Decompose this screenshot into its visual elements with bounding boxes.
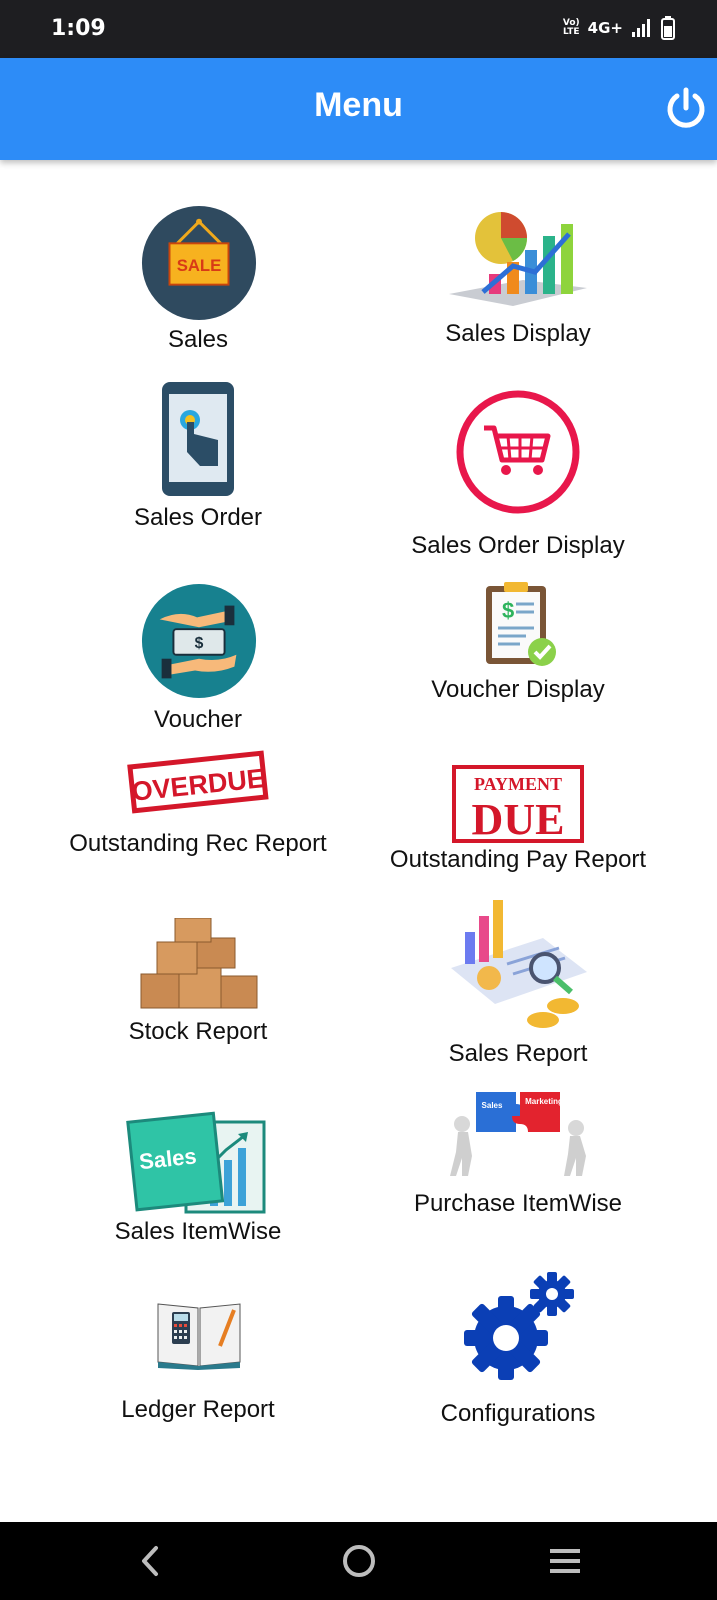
ledger-report-label: Ledger Report: [121, 1396, 275, 1423]
money-exchange-icon: $: [141, 583, 257, 699]
menu-item-ledger-report[interactable]: Ledger Report: [48, 1294, 348, 1430]
back-icon[interactable]: [128, 1538, 174, 1584]
outstanding-pay-report-label: Outstanding Pay Report: [389, 846, 647, 873]
menu-item-purchase-itemwise[interactable]: Sales Marketing Purchase ItemWise: [368, 1086, 668, 1248]
stock-report-label: Stock Report: [128, 1018, 268, 1045]
system-nav-bar: [0, 1522, 717, 1600]
svg-text:$: $: [195, 635, 204, 652]
boxes-icon: [140, 918, 258, 1009]
outstanding-rec-report-label: Outstanding Rec Report: [69, 830, 327, 857]
menu-item-sales-display[interactable]: Sales Display: [368, 206, 668, 358]
menu-item-sales-itemwise[interactable]: Sales Sales ItemWise: [48, 1110, 348, 1256]
invoice-clipboard-icon: $: [486, 582, 556, 666]
svg-text:SALE: SALE: [177, 256, 222, 275]
app-bar: Menu: [0, 58, 717, 160]
menu-item-voucher[interactable]: $ Voucher: [48, 582, 348, 734]
status-icons: Vo) LTE 4G+: [563, 16, 675, 40]
menu-item-outstanding-rec-report[interactable]: OVERDUE Outstanding Rec Report: [48, 748, 348, 866]
smartphone-touch-icon: [162, 382, 234, 496]
menu-item-sales-order-display[interactable]: Sales Order Display: [368, 388, 668, 562]
menu-item-outstanding-pay-report[interactable]: PAYMENT DUE Outstanding Pay Report: [368, 764, 668, 894]
overdue-stamp-icon: OVERDUE: [127, 750, 269, 814]
menu-item-sales-order[interactable]: Sales Order: [48, 380, 348, 532]
payment-due-stamp-icon: PAYMENT DUE: [452, 765, 584, 844]
report-analysis-icon: [451, 900, 587, 1028]
svg-text:Marketing: Marketing: [525, 1097, 563, 1106]
menu-item-voucher-display[interactable]: $ Voucher Display: [368, 580, 668, 710]
sale-tag-icon: SALE: [141, 205, 257, 321]
svg-text:PAYMENT: PAYMENT: [474, 774, 562, 794]
network-type: 4G+: [587, 19, 623, 37]
sales-display-label: Sales Display: [445, 320, 591, 347]
status-bar: 1:09 Vo) LTE 4G+: [0, 0, 717, 58]
sales-order-label: Sales Order: [133, 504, 263, 531]
sales-itemwise-label: Sales ItemWise: [114, 1218, 282, 1245]
menu-icon[interactable]: [542, 1538, 588, 1584]
shopping-cart-icon: [456, 390, 580, 514]
page-title: Menu: [314, 86, 403, 124]
analytics-chart-icon: [449, 212, 587, 306]
svg-text:DUE: DUE: [472, 795, 565, 844]
sales-chart-icon: Sales: [126, 1111, 266, 1214]
status-time: 1:09: [51, 16, 106, 41]
volte-indicator: Vo) LTE: [562, 18, 580, 37]
purchase-itemwise-label: Purchase ItemWise: [413, 1190, 623, 1217]
ledger-book-icon: [157, 1303, 241, 1370]
gears-icon: [464, 1272, 574, 1380]
battery-icon: [661, 16, 675, 40]
sales-report-label: Sales Report: [448, 1040, 588, 1067]
menu-item-stock-report[interactable]: Stock Report: [48, 918, 348, 1056]
puzzle-teamwork-icon: Sales Marketing: [450, 1092, 586, 1176]
configurations-label: Configurations: [440, 1400, 596, 1427]
signal-icon: [632, 19, 650, 37]
voucher-label: Voucher: [153, 706, 243, 733]
sales-order-display-label: Sales Order Display: [411, 532, 625, 559]
voucher-display-label: Voucher Display: [431, 676, 605, 703]
svg-text:$: $: [502, 598, 514, 623]
home-icon[interactable]: [336, 1538, 382, 1584]
svg-text:Sales: Sales: [482, 1101, 503, 1110]
menu-item-sales-report[interactable]: Sales Report: [368, 898, 668, 1074]
menu-item-configurations[interactable]: Configurations: [368, 1270, 668, 1434]
power-icon[interactable]: [663, 86, 709, 132]
menu-item-sales[interactable]: SALE Sales: [48, 198, 348, 360]
sales-label: Sales: [167, 326, 229, 353]
